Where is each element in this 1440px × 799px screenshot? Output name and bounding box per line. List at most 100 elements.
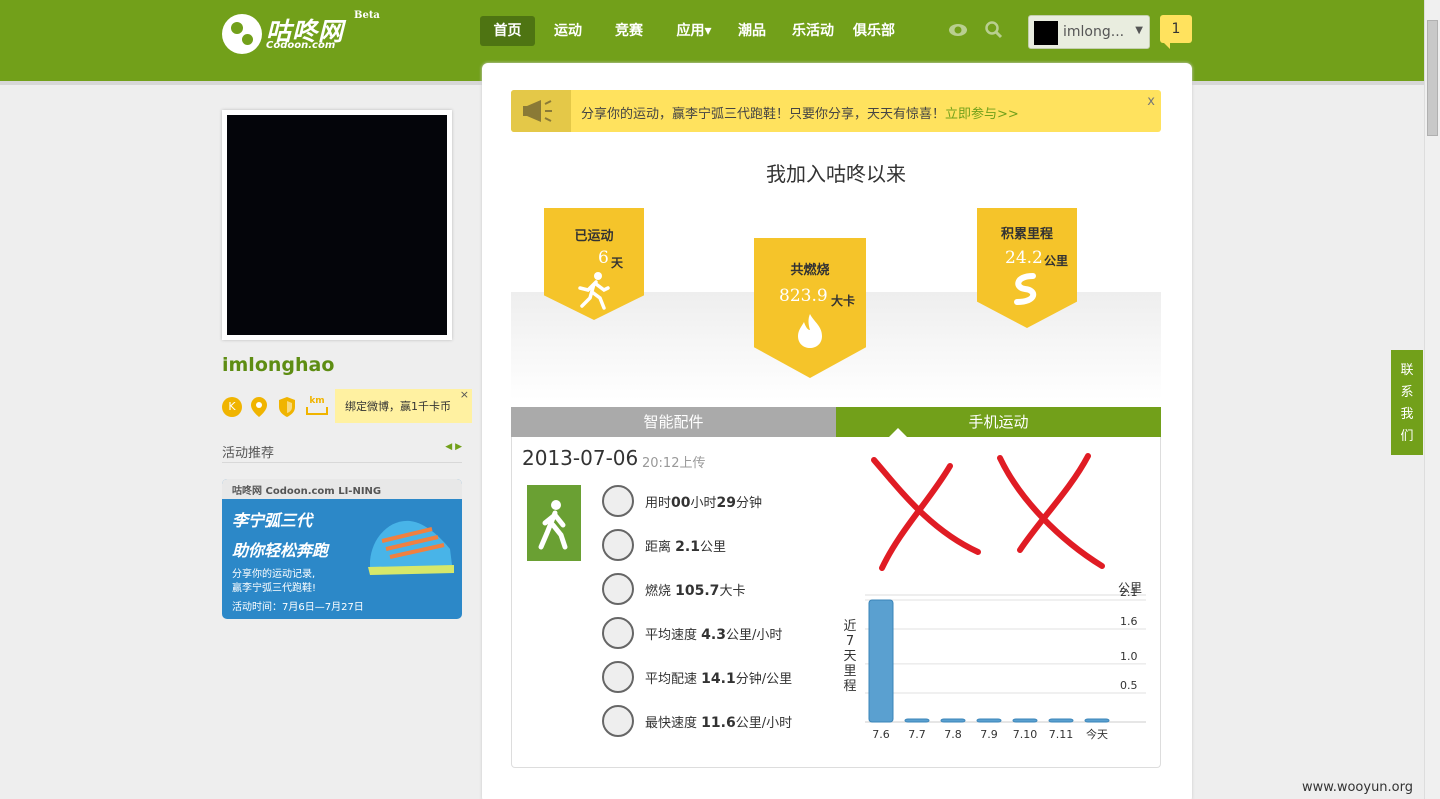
walk-mode-icon[interactable] [527, 485, 581, 561]
page-scrollbar[interactable] [1424, 0, 1440, 799]
clock-icon [602, 485, 634, 517]
scrollbar-thumb[interactable] [1427, 20, 1438, 136]
user-avatar [1034, 21, 1058, 45]
chart-title-char: 天 [843, 649, 856, 664]
weekly-distance-chart: 0.51.01.62.1公里近7天里程7.6 7.7 7.8 7.9 7.10 7.11 今… [843, 581, 1146, 741]
distance-label: 积累里程 [1000, 227, 1053, 242]
chart-ytick-label: 1.6 [1120, 615, 1138, 628]
chart-bar [1084, 718, 1110, 723]
tab-phone-sport[interactable]: 手机运动 [836, 407, 1161, 437]
nav-race[interactable]: 竞赛 [605, 16, 653, 46]
days-unit: 天 [611, 256, 624, 270]
shield-badge-icon[interactable] [277, 396, 297, 418]
burn-label: 共燃烧 [790, 263, 830, 278]
days-value: 6 [598, 248, 609, 268]
promo-brand: 咕咚网 Codoon.com LI-NING [232, 486, 382, 497]
promo-banner[interactable]: 咕咚网 Codoon.com LI-NING 李宁弧三代 助你轻松奔跑 分享你的… [222, 479, 462, 619]
promo-line4: 赢李宁弧三代跑鞋! [232, 583, 317, 594]
promo-line1: 李宁弧三代 [232, 511, 313, 530]
chart-title-char: 近 [843, 619, 856, 634]
chart-ytick-label: 0.5 [1120, 679, 1138, 692]
stat-text: 平均配速 14.1分钟/公里 [645, 671, 793, 687]
codoon-logo[interactable]: 咕咚网 Codoon.com Beta [222, 10, 382, 54]
minkm-icon [602, 661, 634, 693]
profile-avatar[interactable] [222, 110, 452, 340]
promo-line5: 活动时间：7月6日—7月27日 [232, 602, 364, 613]
profile-username[interactable]: imlonghao [222, 354, 334, 376]
burn-unit: 大卡 [831, 294, 856, 308]
watermark: www.wooyun.org [1302, 780, 1414, 795]
contact-char-1: 联 [1400, 363, 1414, 378]
user-menu[interactable]: imlong... ▼ [1028, 15, 1150, 49]
nav-club[interactable]: 俱乐部 [848, 16, 900, 46]
contact-us-tab[interactable]: 联 系 我 们 [1391, 350, 1423, 455]
megaphone-icon [523, 100, 552, 122]
chart-bar [904, 718, 930, 723]
running-shoe-icon [368, 520, 454, 575]
chart-bar [976, 718, 1002, 723]
eye-icon[interactable] [948, 20, 968, 40]
chart-title-char: 程 [843, 679, 856, 694]
kmh-icon [602, 617, 634, 649]
beta-label: Beta [354, 10, 380, 21]
notice-text: 分享你的运动，赢李宁弧三代跑鞋！只要你分享，天天有惊喜！立即参与>> [581, 103, 1019, 122]
active-tab-pointer-icon [889, 428, 907, 437]
road-icon [1014, 273, 1037, 305]
nav-events[interactable]: 乐活动 [787, 16, 839, 46]
chart-bar [940, 718, 966, 723]
notice-message: 分享你的运动，赢李宁弧三代跑鞋！只要你分享，天天有惊喜！ [581, 107, 946, 122]
contact-char-4: 们 [1400, 429, 1414, 444]
stat-text: 用时00小时29分钟 [645, 495, 763, 511]
bind-weibo-tip[interactable]: 绑定微博，赢1千卡币 × [335, 388, 472, 423]
join-now-link[interactable]: 立即参与>> [945, 107, 1019, 122]
chart-ylabel: 公里 [1118, 581, 1142, 595]
contact-char-2: 系 [1400, 385, 1414, 400]
flame-icon [602, 573, 634, 605]
user-menu-name: imlong... [1063, 24, 1125, 40]
message-count-badge[interactable]: 1 [1160, 15, 1192, 49]
bolt-icon [602, 705, 634, 737]
activity-recommend-label: 活动推荐 [222, 446, 275, 461]
runner-icon [578, 272, 610, 310]
contact-char-3: 我 [1400, 407, 1414, 422]
activity-recommend-title: 活动推荐 ◀ ▶ [222, 442, 462, 463]
chart-xtick-label: 7.7 [908, 728, 926, 741]
location-icon[interactable] [249, 396, 269, 418]
chart-xtick-label: 7.9 [980, 728, 998, 741]
chart-xtick-label: 7.6 [872, 728, 890, 741]
notice-close-button[interactable]: x [1147, 94, 1155, 109]
close-icon[interactable]: × [460, 377, 469, 413]
nav-home[interactable]: 首页 [480, 16, 535, 46]
carousel-arrows-icon[interactable]: ◀ ▶ [445, 442, 462, 452]
stat-text: 燃烧 105.7大卡 [645, 583, 746, 599]
search-icon[interactable] [984, 20, 1004, 40]
summary-title: 我加入咕咚以来 [766, 162, 906, 186]
logo-mark-icon [222, 14, 262, 54]
megaphone-icon-box [511, 90, 571, 132]
dropdown-arrow-icon: ▼ [1135, 25, 1143, 36]
share-notice: 分享你的运动，赢李宁弧三代跑鞋！只要你分享，天天有惊喜！立即参与>> x [511, 90, 1161, 132]
record-upload-time: 20:12上传 [642, 456, 706, 471]
nav-apps[interactable]: 应用▾ [670, 16, 718, 46]
chart-bar [1048, 718, 1074, 723]
k-coin-icon[interactable]: K [222, 397, 242, 417]
chart-xtick-label: 今天 [1086, 727, 1108, 741]
distance-unit: 公里 [1044, 254, 1069, 268]
ruler-icon [602, 529, 634, 561]
chart-title-char: 7 [846, 634, 854, 649]
nav-sport[interactable]: 运动 [544, 16, 592, 46]
stat-text: 平均速度 4.3公里/小时 [645, 627, 783, 643]
flame-icon [798, 314, 822, 348]
stat-text: 最快速度 11.6公里/小时 [645, 715, 793, 731]
chart-ytick-label: 1.0 [1120, 650, 1138, 663]
km-badge-icon[interactable]: km [306, 396, 328, 418]
chart-xtick-label: 7.8 [944, 728, 962, 741]
chart-xtick-label: 7.11 [1049, 728, 1074, 741]
device-tabs: 智能配件 手机运动 [511, 407, 1161, 437]
chart-xtick-label: 7.10 [1013, 728, 1038, 741]
tab-smart-device[interactable]: 智能配件 [511, 407, 836, 437]
bind-weibo-text: 绑定微博，赢1千卡币 [345, 400, 451, 413]
days-label: 已运动 [574, 229, 614, 244]
chart-title-char: 里 [843, 664, 856, 679]
nav-trend[interactable]: 潮品 [728, 16, 776, 46]
